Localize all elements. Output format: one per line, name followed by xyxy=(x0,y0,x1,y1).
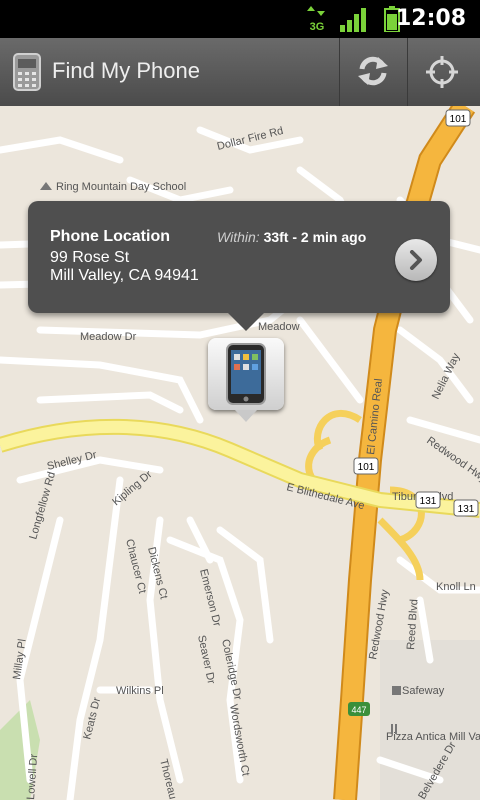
label-wilkins-pl: Wilkins Pl xyxy=(116,685,164,697)
popup-pointer xyxy=(228,313,264,331)
status-bar: 3G 12:08 xyxy=(0,0,480,38)
network-label: 3G xyxy=(310,21,325,32)
label-knoll-ln: Knoll Ln xyxy=(436,581,476,593)
phone-app-icon xyxy=(13,53,41,91)
label-meadow-dr-2: Meadow xyxy=(258,321,300,333)
svg-text:447: 447 xyxy=(351,705,366,715)
popup-heading: Phone Location xyxy=(50,228,170,245)
shield-447: 447 xyxy=(348,702,370,716)
shield-131-a: 131 xyxy=(415,491,441,509)
refresh-button[interactable] xyxy=(339,38,406,106)
phone-device-icon xyxy=(226,343,266,405)
svg-text:101: 101 xyxy=(450,114,467,125)
svg-text:131: 131 xyxy=(420,496,437,507)
shield-131-b: 131 xyxy=(453,499,479,517)
refresh-icon xyxy=(358,56,388,86)
within-label: Within: xyxy=(217,229,260,245)
signal-icon xyxy=(340,8,366,32)
address-line-1: 99 Rose St xyxy=(50,249,130,266)
shopping-icon xyxy=(392,686,401,695)
within-info: Within: 33ft - 2 min ago xyxy=(217,229,366,245)
phone-location-marker[interactable] xyxy=(208,338,284,422)
location-info-popup[interactable]: Phone Location Within: 33ft - 2 min ago … xyxy=(28,201,450,331)
page-title: Find My Phone xyxy=(52,58,200,83)
app-title-bar: Find My Phone xyxy=(0,38,480,107)
svg-text:101: 101 xyxy=(358,462,375,473)
network-3g-icon: 3G xyxy=(307,6,325,32)
locate-icon xyxy=(426,56,458,88)
label-pizza: Pizza Antica Mill Valley xyxy=(386,731,480,743)
label-meadow-dr: Meadow Dr xyxy=(80,331,137,343)
shield-101-mid: 101 xyxy=(353,457,379,475)
label-safeway: Safeway xyxy=(402,685,445,697)
popup-details-button[interactable] xyxy=(395,239,437,281)
address-line-2: Mill Valley, CA 94941 xyxy=(50,267,199,284)
locate-button[interactable] xyxy=(407,38,474,106)
marker-pointer xyxy=(235,410,257,422)
chevron-right-icon xyxy=(410,250,422,270)
shield-101-top: 101 xyxy=(445,109,471,127)
clock: 12:08 xyxy=(395,6,466,31)
label-school: Ring Mountain Day School xyxy=(56,181,186,193)
svg-text:131: 131 xyxy=(458,504,475,515)
within-value: 33ft - 2 min ago xyxy=(263,229,367,245)
